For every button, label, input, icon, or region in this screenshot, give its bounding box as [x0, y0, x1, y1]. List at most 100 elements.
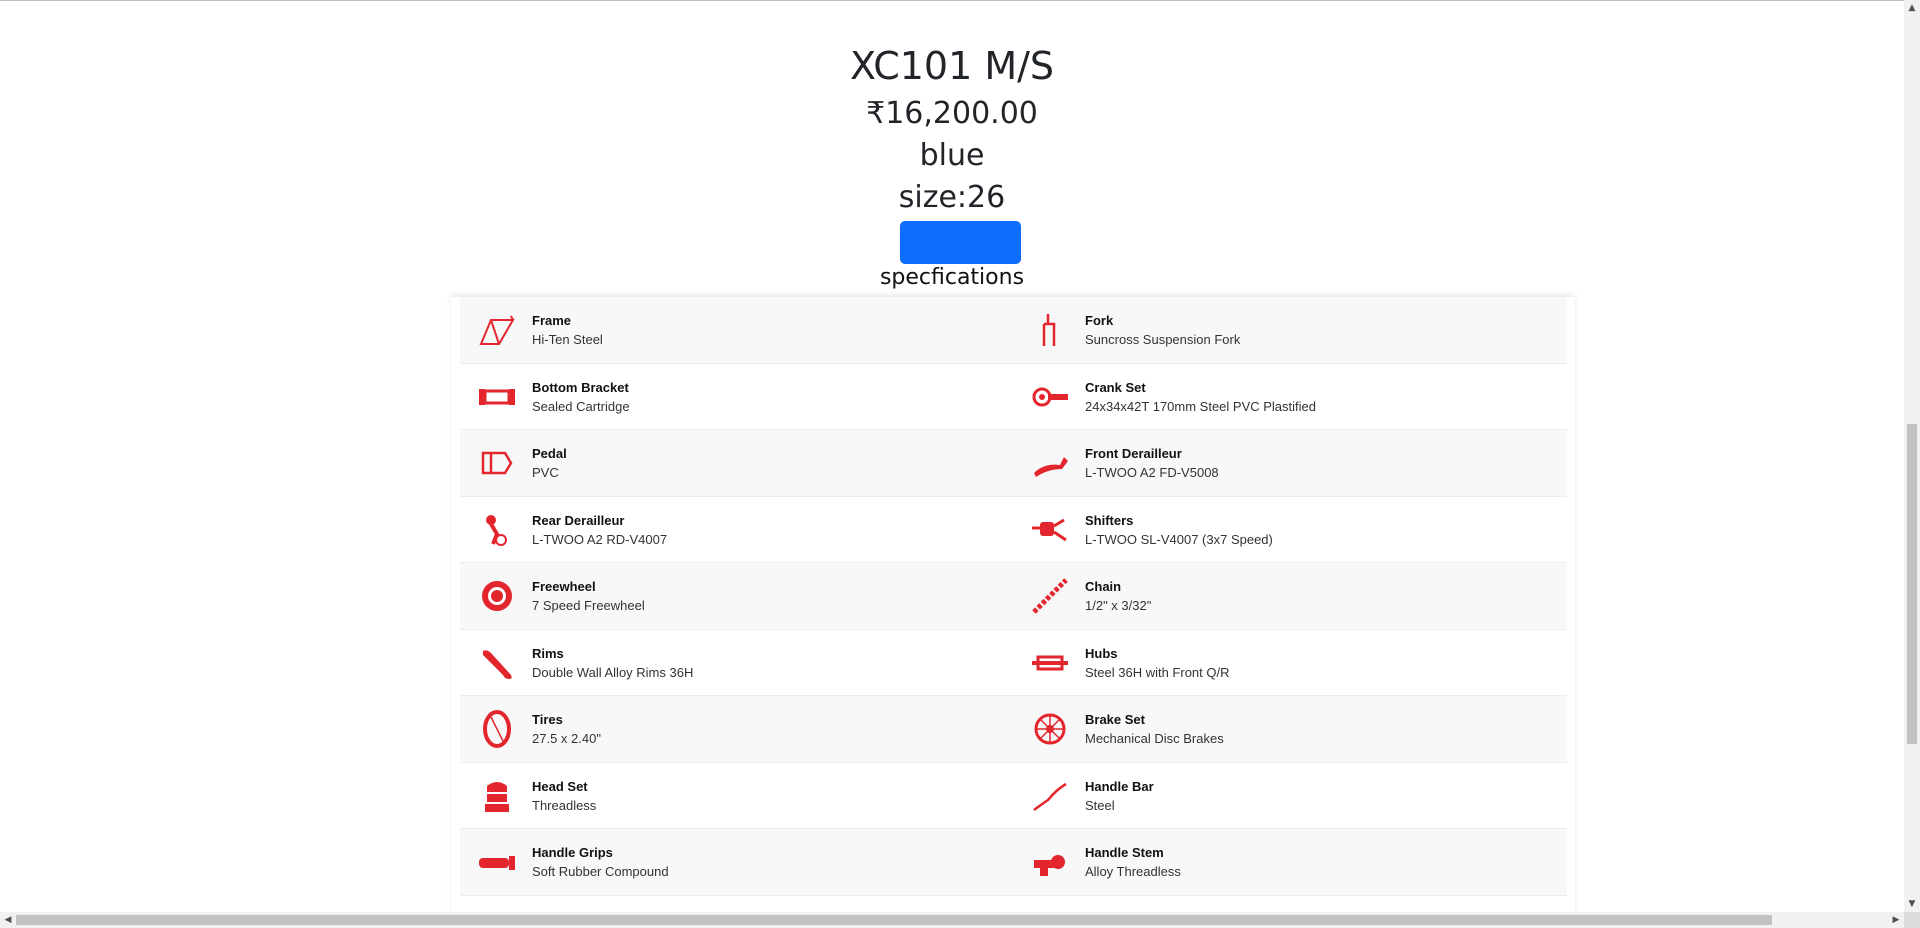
spec-value: Alloy Threadless [1085, 864, 1181, 879]
spec-text: Tires 27.5 x 2.40" [532, 710, 601, 748]
spec-value: L-TWOO A2 RD-V4007 [532, 531, 668, 547]
vertical-scrollbar[interactable]: ▲ ▼ [1904, 0, 1920, 912]
spec-item: Fork Suncross Suspension Fork [1013, 297, 1566, 363]
spec-value: PVC [532, 465, 559, 480]
product-color: blue [919, 138, 985, 173]
page-viewport: XC101 M/S ₹16,200.00 blue size:26 specfi… [0, 0, 1904, 912]
spec-text: Bottom Bracket Sealed Cartridge [532, 378, 630, 416]
spec-item: Front Derailleur L-TWOO A2 FD-V5008 [1013, 430, 1566, 496]
spec-value: 24x34x42T 170mm Steel PVC Plastified [1085, 398, 1316, 414]
spec-label: Rear Derailleur [532, 512, 625, 528]
spec-text: Crank Set 24x34x42T 170mm Steel PVC Plast… [1085, 378, 1316, 416]
spec-item: Handle Stem Alloy Threadless [1013, 829, 1566, 895]
spec-text: Head Set Threadless [532, 777, 596, 815]
spec-row: Pedal PVC Front Derailleur L-TWOO A2 FD-V50… [460, 430, 1567, 497]
spec-item: Chain 1/2" x 3/32" [1013, 563, 1566, 629]
spec-item: Handle Grips Soft Rubber Compound [460, 829, 1013, 895]
rims-icon [476, 642, 518, 684]
scrollbar-corner [1904, 912, 1920, 928]
spec-value: Double Wall Alloy Rims 36H [532, 664, 694, 680]
handle-stem-icon [1029, 841, 1071, 883]
spec-label: Chain [1085, 579, 1122, 594]
spec-text: Frame Hi-Ten Steel [532, 311, 603, 349]
spec-item: Saddle [1013, 896, 1566, 913]
spec-item: Tires 27.5 x 2.40" [460, 696, 1013, 762]
spec-text: Brake Set Mechanical Disc Brakes [1085, 710, 1224, 748]
spec-row: Head Set Threadless Handle Bar Steel [460, 762, 1567, 829]
spec-value: 1/2" x 3/32" [1085, 598, 1152, 613]
spec-label: Fork [1085, 313, 1114, 328]
spec-value: Suncross Suspension Fork [1085, 332, 1241, 347]
spec-text: Rims Double Wall Alloy Rims 36H [532, 644, 693, 682]
product-size: size:26 [898, 180, 1006, 215]
spec-text: Freewheel 7 Speed Freewheel [532, 577, 645, 615]
add-to-cart-button[interactable] [900, 221, 1021, 264]
spec-row: Rear Derailleur L-TWOO A2 RD-V4007 Shifter… [460, 496, 1567, 563]
spec-item: Brake Set Mechanical Disc Brakes [1013, 696, 1566, 762]
spec-item: Bottom Bracket Sealed Cartridge [460, 364, 1013, 430]
scroll-right-arrow-icon[interactable]: ▶ [1888, 912, 1904, 928]
handle-bar-icon [1029, 775, 1071, 817]
spec-text: Chain 1/2" x 3/32" [1085, 577, 1151, 615]
spec-label: Tires [532, 712, 563, 727]
rear-derailleur-icon [476, 509, 518, 551]
spec-value: L-TWOO SL-V4007 (3x7 Speed) [1085, 531, 1273, 547]
spec-label: Pedal [532, 446, 567, 461]
spec-item: Frame Hi-Ten Steel [460, 297, 1013, 363]
chain-icon [1029, 575, 1071, 617]
spec-label: Frame [532, 313, 572, 328]
spec-row: Handle Grips Soft Rubber Compound Handle S… [460, 829, 1567, 896]
spec-value: Threadless [532, 797, 597, 813]
spec-row: Freewheel 7 Speed Freewheel Chain 1/2" x 3/… [460, 563, 1567, 630]
spec-label: Rims [532, 645, 564, 661]
spec-item: Shifters L-TWOO SL-V4007 (3x7 Speed) [1013, 497, 1566, 563]
hubs-icon [1029, 642, 1071, 684]
bottom-bracket-icon [476, 376, 518, 418]
spec-row: Frame Hi-Ten Steel Fork Suncross Suspension… [460, 297, 1567, 364]
spec-label: Crank Set [1085, 379, 1146, 395]
scroll-down-arrow-icon[interactable]: ▼ [1904, 896, 1920, 912]
pedal-icon [476, 442, 518, 484]
spec-value: Mechanical Disc Brakes [1085, 731, 1224, 746]
spec-value: Steel [1085, 797, 1115, 813]
spec-text: Pedal PVC [532, 444, 567, 482]
spec-label: Brake Set [1085, 712, 1145, 727]
product-price: ₹16,200.00 [866, 96, 1038, 131]
front-derailleur-icon [1029, 442, 1071, 484]
spec-label: Hubs [1085, 645, 1118, 661]
spec-item: Head Set Threadless [460, 763, 1013, 829]
vertical-scroll-thumb[interactable] [1907, 424, 1917, 744]
product-title: XC101 M/S [849, 44, 1055, 88]
spec-item: Freewheel 7 Speed Freewheel [460, 563, 1013, 629]
fork-icon [1029, 309, 1071, 351]
spec-row: Tires 27.5 x 2.40" Brake Set Mechanical Dis… [460, 696, 1567, 763]
spec-text: Hubs Steel 36H with Front Q/R [1085, 644, 1230, 682]
spec-value: Sealed Cartridge [532, 398, 630, 414]
spec-value: Soft Rubber Compound [532, 864, 669, 879]
head-set-icon [476, 775, 518, 817]
spec-text: Rear Derailleur L-TWOO A2 RD-V4007 [532, 511, 667, 549]
scroll-up-arrow-icon[interactable]: ▲ [1904, 0, 1920, 16]
spec-item: Seat Post [460, 896, 1013, 913]
spec-label: Head Set [532, 778, 588, 794]
handle-grips-icon [476, 841, 518, 883]
spec-label: Freewheel [532, 579, 596, 594]
horizontal-scrollbar[interactable]: ◀ ▶ [0, 912, 1904, 928]
spec-value: Steel 36H with Front Q/R [1085, 664, 1230, 680]
spec-item: Handle Bar Steel [1013, 763, 1566, 829]
scroll-left-arrow-icon[interactable]: ◀ [0, 912, 16, 928]
horizontal-scroll-thumb[interactable] [16, 915, 1772, 925]
brake-set-icon [1029, 708, 1071, 750]
spec-item: Rear Derailleur L-TWOO A2 RD-V4007 [460, 497, 1013, 563]
spec-label: Handle Bar [1085, 778, 1154, 794]
specifications-heading: specfications [879, 265, 1025, 290]
spec-row: Bottom Bracket Sealed Cartridge Crank Set 2… [460, 363, 1567, 430]
spec-text: Handle Bar Steel [1085, 777, 1154, 815]
freewheel-icon [476, 575, 518, 617]
spec-item: Pedal PVC [460, 430, 1013, 496]
spec-value: L-TWOO A2 FD-V5008 [1085, 465, 1219, 480]
spec-text: Shifters L-TWOO SL-V4007 (3x7 Speed) [1085, 511, 1273, 549]
spec-text: Fork Suncross Suspension Fork [1085, 311, 1240, 349]
frame-icon [476, 309, 518, 351]
spec-text: Handle Grips Soft Rubber Compound [532, 843, 669, 881]
